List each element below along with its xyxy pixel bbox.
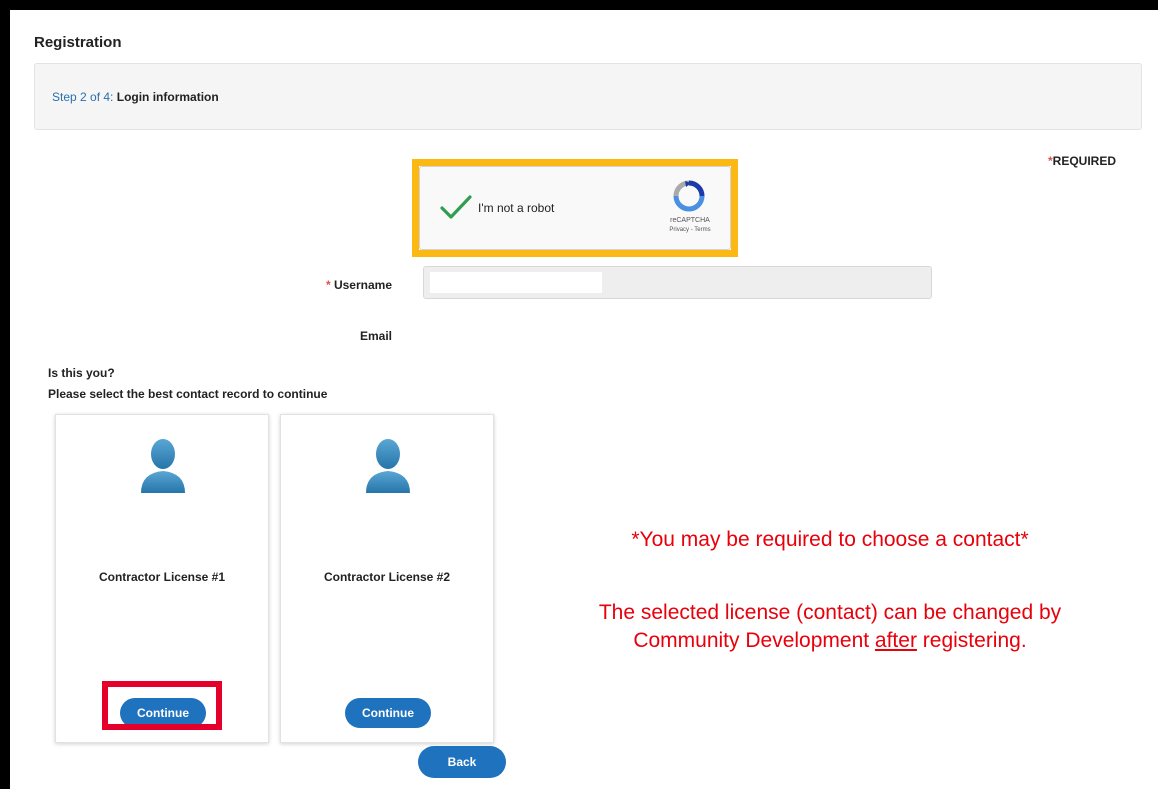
username-label-text: Username <box>333 278 392 292</box>
contact-card-2: Contractor License #2 Continue <box>280 414 494 743</box>
annotation-line-2: The selected license (contact) can be ch… <box>598 601 1062 624</box>
step-indicator-panel: Step 2 of 4: Login information <box>34 63 1142 130</box>
continue-button-2[interactable]: Continue <box>345 698 431 728</box>
username-required-asterisk: * <box>325 278 331 292</box>
username-label: * Username <box>326 278 392 292</box>
recaptcha-links[interactable]: Privacy - Terms <box>650 227 730 233</box>
required-note: *REQUIRED <box>1048 154 1116 168</box>
username-value[interactable] <box>430 272 602 293</box>
captcha-label: I'm not a robot <box>478 201 555 215</box>
required-text: REQUIRED <box>1052 154 1116 168</box>
username-input[interactable] <box>423 266 932 299</box>
annotation-line-3-start: Community Development <box>633 629 875 652</box>
contact-question: Is this you? <box>48 366 115 380</box>
step-indicator: Step 2 of 4: Login information <box>52 90 219 104</box>
recaptcha-widget[interactable]: I'm not a robot reCAPTCHA Privacy - Term… <box>419 166 731 250</box>
step-title: Login information <box>116 90 219 104</box>
step-number: Step 2 of 4: <box>52 90 114 104</box>
user-avatar-icon <box>366 439 410 493</box>
annotation-line-3-end: registering. <box>916 629 1027 652</box>
page-title: Registration <box>34 34 122 51</box>
user-avatar-icon <box>141 439 185 493</box>
recaptcha-logo-icon <box>673 180 705 212</box>
email-label: Email <box>359 329 392 343</box>
registration-page: Registration Step 2 of 4: Login informat… <box>10 10 1158 789</box>
annotation-line-3: Community Development after registering. <box>500 629 1158 653</box>
checkmark-icon[interactable] <box>438 189 474 225</box>
contact-name: Contractor License #1 <box>98 570 226 584</box>
contact-instruction: Please select the best contact record to… <box>48 387 328 401</box>
annotation-underlined-word: after <box>874 629 917 652</box>
continue-highlight-box <box>102 681 222 730</box>
back-button[interactable]: Back <box>418 746 506 778</box>
contact-name: Contractor License #2 <box>323 570 451 584</box>
annotation-line-1: *You may be required to choose a contact… <box>631 528 1029 551</box>
recaptcha-brand: reCAPTCHA <box>670 217 710 224</box>
